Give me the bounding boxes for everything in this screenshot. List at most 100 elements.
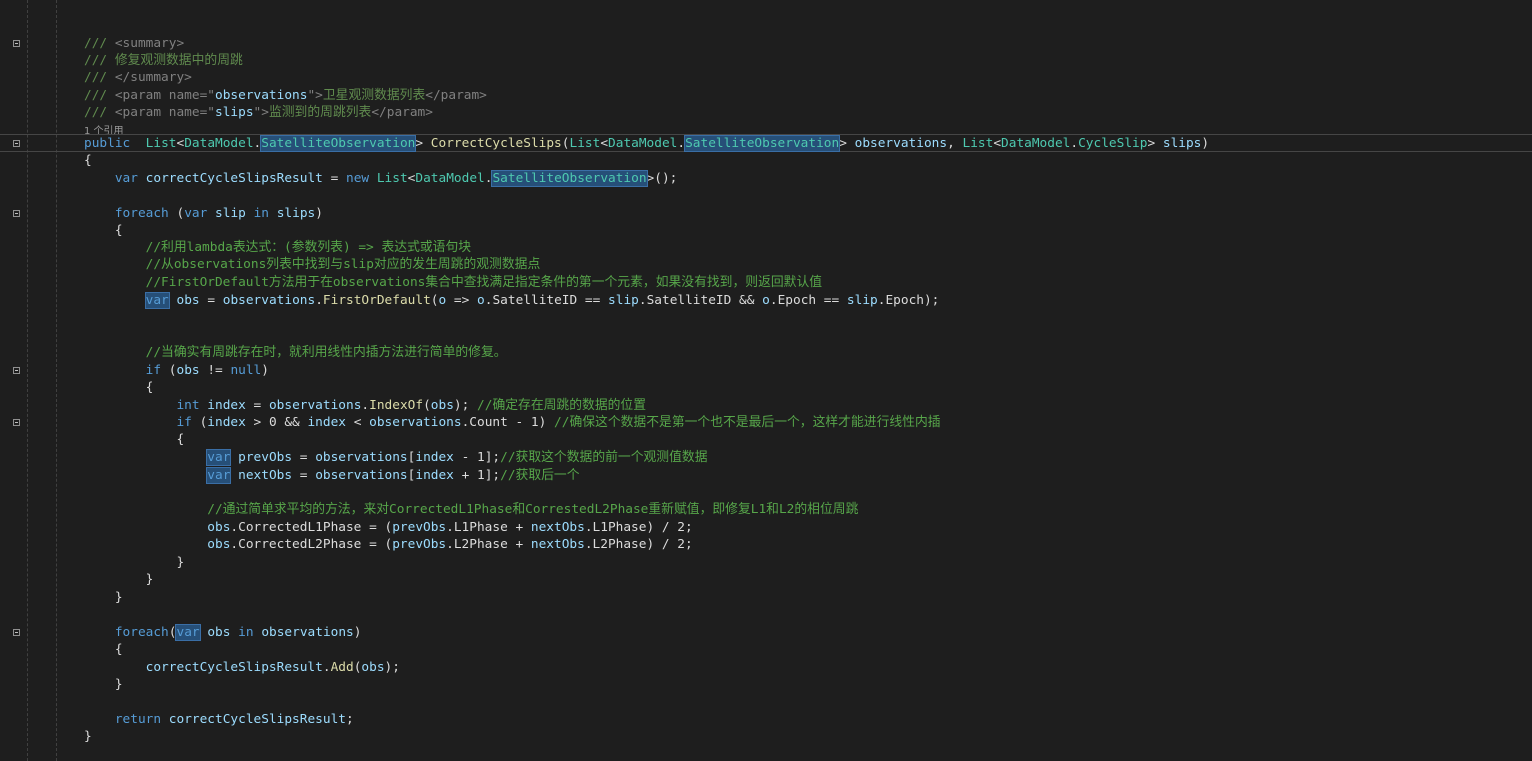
code-token: obs <box>207 537 231 552</box>
code-token: /// <box>84 105 115 120</box>
code-line[interactable]: //当确实有周跳存在时，就利用线性内插方法进行简单的修复。 <box>0 344 1532 361</box>
code-line[interactable]: if (obs != null) <box>0 362 1532 379</box>
code-line[interactable]: //从observations列表中找到与slip对应的发生周跳的观测数据点 <box>0 256 1532 273</box>
code-line[interactable]: //通过简单求平均的方法，来对CorrectedL1Phase和Correste… <box>0 501 1532 518</box>
code-text: { <box>84 379 154 396</box>
code-line[interactable]: var nextObs = observations[index + 1];//… <box>0 467 1532 484</box>
code-line[interactable]: //利用lambda表达式：(参数列表) => 表达式或语句块 <box>0 239 1532 256</box>
code-line[interactable]: foreach(var obs in observations) <box>0 624 1532 641</box>
code-line[interactable]: { <box>0 431 1532 448</box>
code-token: > 0 && <box>245 415 308 430</box>
code-token: ); <box>453 398 478 413</box>
code-line[interactable]: int index = observations.IndexOf(obs); /… <box>0 397 1532 414</box>
code-text: //当确实有周跳存在时，就利用线性内插方法进行简单的修复。 <box>84 344 507 361</box>
code-token: { <box>84 153 92 168</box>
code-line[interactable]: /// </summary> <box>0 69 1532 86</box>
code-token: //利用lambda表达式：(参数列表) => 表达式或语句块 <box>145 240 472 255</box>
code-token: ; <box>345 712 354 727</box>
code-line[interactable]: return correctCycleSlipsResult; <box>0 711 1532 728</box>
code-token: . <box>361 398 370 413</box>
code-token: slip <box>608 293 639 308</box>
code-text: { <box>84 222 123 239</box>
code-line[interactable]: /// <param name="observations">卫星观测数据列表<… <box>0 87 1532 104</box>
code-token: o <box>477 293 485 308</box>
fold-collapse-icon[interactable] <box>13 140 20 147</box>
code-line[interactable]: var correctCycleSlipsResult = new List<D… <box>0 170 1532 187</box>
code-line[interactable]: { <box>0 152 1532 169</box>
code-line[interactable]: foreach (var slip in slips) <box>0 205 1532 222</box>
code-token: </param> <box>425 88 487 103</box>
code-text: return correctCycleSlipsResult; <box>84 711 354 728</box>
fold-collapse-icon[interactable] <box>13 40 20 47</box>
code-text: correctCycleSlipsResult.Add(obs); <box>84 659 400 676</box>
code-token: o <box>762 293 770 308</box>
code-text: { <box>84 152 92 169</box>
fold-collapse-icon[interactable] <box>13 629 20 636</box>
code-token: DataModel <box>415 171 485 186</box>
code-line[interactable]: { <box>0 641 1532 658</box>
code-token: /// 修复观测数据中的周跳 <box>84 53 243 68</box>
code-token: in <box>253 206 269 221</box>
code-text: //通过简单求平均的方法，来对CorrectedL1Phase和Correste… <box>84 501 858 518</box>
code-token: index <box>415 468 454 483</box>
code-token: 卫星观测数据列表 <box>322 88 426 103</box>
fold-collapse-icon[interactable] <box>13 419 20 426</box>
code-token: . <box>1070 136 1079 151</box>
code-token: DataModel <box>1001 136 1071 151</box>
code-token: } <box>84 590 123 605</box>
code-token: - 1]; <box>453 450 501 465</box>
code-token: foreach <box>114 625 169 640</box>
code-line[interactable]: /// <param name="slips">监测到的周跳列表</param> <box>0 104 1532 121</box>
code-token: 监测到的周跳列表 <box>268 105 372 120</box>
code-line[interactable]: correctCycleSlipsResult.Add(obs); <box>0 659 1532 676</box>
code-token: ) <box>353 625 362 640</box>
code-line[interactable]: if (index > 0 && index < observations.Co… <box>0 414 1532 431</box>
code-line[interactable]: var prevObs = observations[index - 1];//… <box>0 449 1532 466</box>
code-token: "> <box>253 105 269 120</box>
code-line[interactable]: obs.CorrectedL2Phase = (prevObs.L2Phase … <box>0 536 1532 553</box>
code-token: List <box>376 171 408 186</box>
code-line[interactable]: var obs = observations.FirstOrDefault(o … <box>0 292 1532 309</box>
code-line[interactable]: /// 修复观测数据中的周跳 <box>0 52 1532 69</box>
code-token: { <box>84 223 123 238</box>
code-token: index <box>207 415 246 430</box>
code-line[interactable]: } <box>0 728 1532 745</box>
code-line[interactable]: { <box>0 222 1532 239</box>
code-token: var <box>175 624 201 641</box>
code-line[interactable]: } <box>0 554 1532 571</box>
code-token: var <box>206 467 232 484</box>
code-token: var <box>114 171 138 186</box>
code-token: . <box>677 136 686 151</box>
code-line[interactable]: public List<DataModel.SatelliteObservati… <box>0 134 1532 152</box>
code-line[interactable]: } <box>0 571 1532 588</box>
code-text: int index = observations.IndexOf(obs); /… <box>84 397 646 414</box>
code-token: List <box>145 136 177 151</box>
code-text: /// <param name="slips">监测到的周跳列表</param> <box>84 104 433 121</box>
code-token: SatelliteObservation <box>260 135 417 152</box>
code-token: .L1Phase) / 2; <box>584 520 693 535</box>
code-token: var <box>184 206 208 221</box>
code-token: obs <box>430 398 454 413</box>
code-token: FirstOrDefault <box>322 293 431 308</box>
code-line[interactable]: } <box>0 676 1532 693</box>
code-token: .Count - 1) <box>461 415 555 430</box>
code-token: SatelliteObservation <box>684 135 841 152</box>
code-text: { <box>84 431 184 448</box>
code-line[interactable]: obs.CorrectedL1Phase = (prevObs.L1Phase … <box>0 519 1532 536</box>
code-token: var <box>206 449 232 466</box>
code-line[interactable]: /// <summary> <box>0 35 1532 52</box>
code-token: observations <box>215 88 308 103</box>
code-line[interactable]: { <box>0 379 1532 396</box>
fold-collapse-icon[interactable] <box>13 210 20 217</box>
fold-collapse-icon[interactable] <box>13 367 20 374</box>
code-token: if <box>176 415 192 430</box>
code-line[interactable]: //FirstOrDefault方法用于在observations集合中查找满足… <box>0 274 1532 291</box>
code-line[interactable]: } <box>0 589 1532 606</box>
